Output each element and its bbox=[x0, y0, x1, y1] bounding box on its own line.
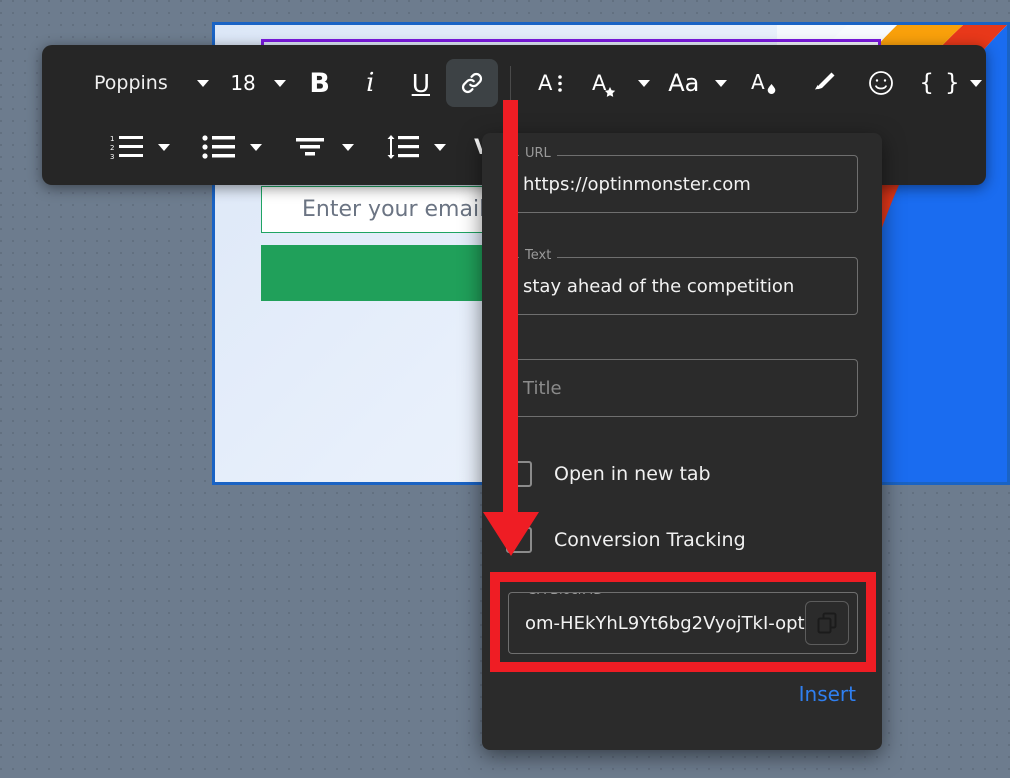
emoji-icon bbox=[866, 68, 896, 98]
font-size-select[interactable]: 18 bbox=[222, 59, 264, 107]
ga-block-id-field[interactable]: GA Block ID om-HEkYhL9Yt6bg2VyojTkI-opti… bbox=[508, 592, 858, 654]
open-new-tab-label: Open in new tab bbox=[554, 463, 711, 485]
special-character-icon: A bbox=[537, 68, 567, 98]
url-field-legend: URL bbox=[519, 146, 557, 161]
chevron-down-icon bbox=[197, 80, 209, 87]
align-dropdown-arrow[interactable] bbox=[332, 123, 358, 171]
chevron-down-icon bbox=[434, 144, 446, 151]
chevron-down-icon bbox=[638, 80, 650, 87]
paragraph-style-button[interactable]: A bbox=[531, 59, 573, 107]
copy-icon bbox=[815, 611, 839, 635]
link-icon bbox=[458, 69, 486, 97]
text-field[interactable]: Text stay ahead of the competition bbox=[506, 257, 858, 315]
chevron-down-icon bbox=[274, 80, 286, 87]
font-color-button[interactable]: A bbox=[744, 59, 786, 107]
font-family-select[interactable]: Poppins bbox=[68, 59, 187, 107]
underline-label: U bbox=[412, 69, 430, 98]
ga-block-id-value: om-HEkYhL9Yt6bg2VyojTkI-optin bbox=[525, 613, 805, 634]
italic-button[interactable]: i bbox=[349, 59, 391, 107]
copy-ga-block-id-button[interactable] bbox=[805, 601, 849, 645]
open-new-tab-row[interactable]: Open in new tab bbox=[506, 461, 858, 487]
insert-button-label: Insert bbox=[799, 682, 856, 706]
text-star-icon: A bbox=[591, 68, 623, 98]
chevron-down-icon bbox=[970, 80, 982, 87]
svg-text:A: A bbox=[538, 71, 553, 95]
chevron-down-icon bbox=[250, 144, 262, 151]
title-field[interactable]: Title bbox=[506, 359, 858, 417]
svg-text:2: 2 bbox=[110, 144, 114, 152]
insert-link-submit-button[interactable]: Insert bbox=[799, 682, 856, 706]
text-transform-label: Aa bbox=[668, 69, 699, 97]
conversion-tracking-row[interactable]: Conversion Tracking bbox=[506, 527, 858, 553]
url-field-value: https://optinmonster.com bbox=[523, 174, 751, 195]
bold-button[interactable]: B bbox=[299, 59, 341, 107]
conversion-tracking-label: Conversion Tracking bbox=[554, 529, 746, 551]
text-transform-button[interactable]: Aa bbox=[663, 59, 705, 107]
highlighter-icon bbox=[808, 68, 838, 98]
ordered-list-icon: 1 2 3 bbox=[110, 134, 144, 160]
bullet-list-icon bbox=[202, 134, 236, 160]
text-field-legend: Text bbox=[519, 248, 557, 263]
svg-text:3: 3 bbox=[110, 153, 114, 160]
emoji-button[interactable] bbox=[860, 59, 902, 107]
font-color-icon: A bbox=[750, 68, 780, 98]
svg-text:A: A bbox=[751, 70, 765, 94]
font-size-dropdown-arrow[interactable] bbox=[264, 59, 290, 107]
insert-link-dialog: URL https://optinmonster.com Text stay a… bbox=[482, 133, 882, 750]
url-field[interactable]: URL https://optinmonster.com bbox=[506, 155, 858, 213]
bullet-list-button[interactable] bbox=[198, 123, 240, 171]
line-height-icon bbox=[386, 134, 420, 160]
text-style-dropdown-arrow[interactable] bbox=[628, 59, 654, 107]
chevron-down-icon bbox=[715, 80, 727, 87]
chevron-down-icon bbox=[158, 144, 170, 151]
conversion-tracking-checkbox[interactable] bbox=[506, 527, 532, 553]
text-field-value: stay ahead of the competition bbox=[523, 276, 794, 297]
align-button[interactable] bbox=[290, 123, 332, 171]
font-family-dropdown-arrow[interactable] bbox=[187, 59, 213, 107]
align-center-icon bbox=[296, 135, 326, 159]
merge-tag-dropdown-arrow[interactable] bbox=[960, 59, 986, 107]
text-style-preset-button[interactable]: A bbox=[586, 59, 628, 107]
highlighter-button[interactable] bbox=[802, 59, 844, 107]
merge-tag-button[interactable]: { } bbox=[918, 59, 960, 107]
toolbar-divider bbox=[510, 66, 511, 100]
open-new-tab-checkbox[interactable] bbox=[506, 461, 532, 487]
italic-label: i bbox=[366, 68, 374, 98]
ordered-list-dropdown-arrow[interactable] bbox=[148, 123, 174, 171]
svg-text:1: 1 bbox=[110, 135, 114, 143]
underline-button[interactable]: U bbox=[400, 59, 442, 107]
insert-link-button[interactable] bbox=[446, 59, 498, 107]
line-height-dropdown-arrow[interactable] bbox=[424, 123, 450, 171]
font-size-value: 18 bbox=[230, 71, 255, 95]
chevron-down-icon bbox=[342, 144, 354, 151]
ga-block-id-legend: GA Block ID bbox=[521, 592, 609, 598]
font-family-value: Poppins bbox=[94, 72, 168, 94]
bold-label: B bbox=[309, 68, 330, 99]
line-height-button[interactable] bbox=[382, 123, 424, 171]
title-field-placeholder: Title bbox=[523, 378, 562, 399]
svg-text:A: A bbox=[592, 71, 607, 95]
bullet-list-dropdown-arrow[interactable] bbox=[240, 123, 266, 171]
text-transform-dropdown-arrow[interactable] bbox=[705, 59, 731, 107]
merge-tag-label: { } bbox=[920, 70, 959, 96]
ordered-list-button[interactable]: 1 2 3 bbox=[106, 123, 148, 171]
